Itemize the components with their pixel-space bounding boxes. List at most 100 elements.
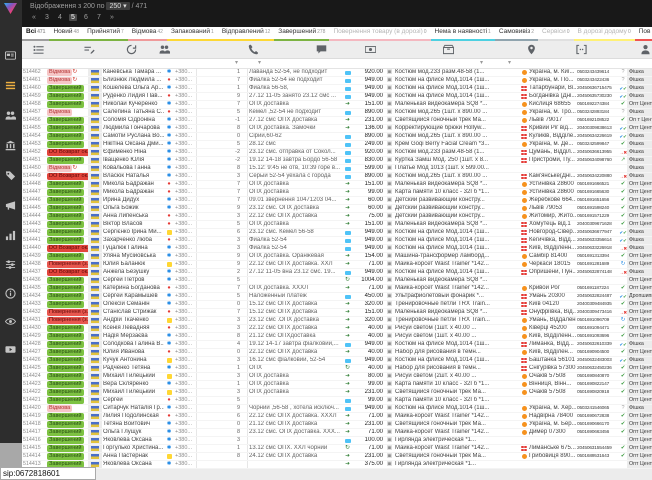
status-tab-12[interactable]: Пов [635,27,652,41]
order-row[interactable]: 514431Повернення (з...Андрій Ткаченко+38… [22,317,652,325]
page-number[interactable]: 4 [56,14,64,21]
client-phone: +380... [174,109,196,116]
status-tab-5[interactable]: Відправлений12 [218,27,274,41]
app-logo[interactable] [3,2,18,20]
order-row[interactable]: 514427ЗавершенийЮлия Иванова●+380...022.… [22,349,652,357]
order-row[interactable]: 514437DO Возврат ок..Анжела Безушку✱+380… [22,269,652,277]
status-tab-6[interactable]: Завершений278 [274,27,329,41]
order-row[interactable]: 514457ВідмоваСалепина Татьяна С...●+380.… [22,109,652,117]
order-row[interactable]: 514419ЗавершенийЛилия Подолинская●+380..… [22,413,652,421]
order-row[interactable]: 514448ЗавершенийМикола Бадражан●+380...7… [22,181,652,189]
order-row[interactable]: 514438Повернення (з...Юлия Баланюк+380..… [22,261,652,269]
order-row[interactable]: 514436ЗавершенийСергей Петров✱+380...5↻1… [22,277,652,285]
id-card-icon[interactable] [5,50,17,62]
status-tab-0[interactable]: Всі471 [22,27,49,41]
order-row[interactable]: 514422ЗавершенийМихаил Гилецький+380...3… [22,389,652,397]
order-row[interactable]: 514462Відмова↻Каневська Тамара ...✱+380.… [22,69,652,77]
tracking-brackets-icon[interactable] [576,44,587,55]
status-tab-2[interactable]: Прийнятий7 [83,27,128,41]
price-tag-icon[interactable] [5,170,17,182]
comment-icon[interactable] [316,44,327,55]
order-row[interactable]: 514445ЗавершенийОльга Божик✱+380...923.1… [22,205,652,213]
order-row[interactable]: 514435ЗавершенийКатерина Богданова●+380.… [22,285,652,293]
order-row[interactable]: 514430ЗавершенийКсенія Левадняя●+380...3… [22,325,652,333]
order-row[interactable]: 514452DO Возврат ок..Єфименко Ніна✱+380.… [22,149,652,157]
organization-icon[interactable] [5,140,17,152]
order-row[interactable]: 514453ЗавершенийНікітіна Оксана Дми...✱+… [22,141,652,149]
orders-id-icon[interactable] [33,44,44,55]
order-row[interactable]: 514461Відмова↻Близнюк Людмила ...●+380..… [22,77,652,85]
order-row[interactable]: 514454ЗавершенийСамотій Руслана Во...✱+3… [22,133,652,141]
order-row[interactable]: 514459ЗавершенийРуденко Лидия Пав...●+38… [22,93,652,101]
order-row[interactable]: 514443ЗавершенийВіктор Власов●+380...5ОП… [22,221,652,229]
settings-sliders-icon[interactable] [5,259,17,271]
address-pin-icon[interactable] [526,44,537,55]
statistics-icon[interactable] [5,230,17,242]
column-filter-dropdown[interactable]: ▾ [508,59,511,69]
order-row[interactable]: 514451ЗавершенийІващенко Юлія✱+380...-21… [22,157,652,165]
order-row[interactable]: 514429ЗавершенийНадія Мерзаєва✱+380...82… [22,333,652,341]
column-filter-dropdown[interactable]: ▾ [480,59,483,69]
order-row[interactable]: 514439ЗавершенийУляна Мусійовська✱+380..… [22,253,652,261]
order-row[interactable]: 514423ЗавершенийВера Скляренко✱+380...1О… [22,381,652,389]
order-row[interactable]: 514441ЗавершенийЗахарченко Люба●+380...3… [22,237,652,245]
page-number[interactable]: 7 [95,14,103,21]
column-filter-dropdown[interactable]: ▾ [235,59,238,69]
payment-icon[interactable] [365,44,376,55]
order-row[interactable]: 514460ЗавершенийКошелева Ольга Ар...✱+38… [22,85,652,93]
order-row[interactable]: 514421ЗавершенийСергей●+380...599.00▣Кар… [22,397,652,405]
sip-status[interactable]: sip:0672818601 [0,467,96,480]
order-row[interactable]: 514446ЗавершенийИрина Дидух✱+380...709.0… [22,197,652,205]
order-row[interactable]: 514440DO Возврат ок..Гуцалюк Галина✱+380… [22,245,652,253]
order-row[interactable]: 514450Відмова↻Ковальова Ганна✱+380...815… [22,165,652,173]
order-row[interactable]: 514424ЗавершенийМихаил Гилецький+380...3… [22,373,652,381]
column-filter-dropdown[interactable]: ▾ [258,59,261,69]
status-tab-9[interactable]: Самовивіз2 [495,27,538,41]
refresh-icon[interactable] [126,44,137,55]
announcement-icon[interactable] [5,200,17,212]
order-row[interactable]: 514413ЗавершенийЯковлева Оксана✱+380...➔… [22,461,652,469]
status-tab-10[interactable]: Сервіси0 [538,27,573,41]
watch-icon[interactable] [5,316,17,328]
orders-list-icon[interactable] [5,80,17,92]
product-box-icon[interactable] [443,44,454,55]
order-row[interactable]: 514455ЗавершенийЛюдмила Гончарова✱+380..… [22,125,652,133]
status-tab-3[interactable]: Відмова42 [128,27,167,41]
order-row[interactable]: 514425ЗавершенийРадченко Тетяна✱+380...1… [22,365,652,373]
manager-icon[interactable] [640,44,651,55]
status-tab-11[interactable]: В дорозі додому0 [574,27,635,41]
order-row[interactable]: 514416ЗавершенийЯковлева Оксана✱+380...3… [22,437,652,445]
order-row[interactable]: 514434ЗавершенийСергей Карамышев✱+380...… [22,293,652,301]
order-row[interactable]: 514432Повернення (з...Станіслав Стрижак●… [22,309,652,317]
page-number[interactable]: 3 [43,14,51,21]
order-row[interactable]: 514456ЗавершенийСоломія Сідроніна✱+380..… [22,117,652,125]
order-row[interactable]: 514444ЗавершенийАнна Липенська●+380...32… [22,213,652,221]
order-row[interactable]: 514447ЗавершенийМикола Бадражан●+380...7… [22,189,652,197]
page-size-select[interactable]: 250 ▾ [106,2,129,10]
order-row[interactable]: 514426ЗавершенийКучук Антонина+380...316… [22,357,652,365]
status-tab-4[interactable]: Запакований1 [167,27,218,41]
order-row[interactable]: 514428ЗавершенийСолодкова Галина В...✱+3… [22,341,652,349]
page-number[interactable]: 5 [69,14,77,21]
order-row[interactable]: 514417ЗавершенийОльга Глущук✱+380...823.… [22,429,652,437]
page-number[interactable]: 6 [82,14,90,21]
status-edit-icon[interactable] [84,44,95,55]
page-prev[interactable]: « [30,14,38,21]
page-next[interactable]: » [108,14,116,21]
order-row[interactable]: 514420ВідмоваСитарчук Наталія Гр...✱+380… [22,405,652,413]
phone-icon[interactable] [248,44,259,55]
status-tab-8[interactable]: Нема в наявності1 [431,27,495,41]
info-icon[interactable] [5,288,17,300]
status-tab-7[interactable]: Повернення товару (в дорозі)0 [329,27,430,41]
order-row[interactable]: 514433ЗавершенийОлексій Семанін✱+380...0… [22,301,652,309]
status-tab-1[interactable]: Новий48 [49,27,83,41]
order-row[interactable]: 514449DO Возврат ок..Власюк Наталья✱+380… [22,173,652,181]
order-row[interactable]: 514414ЗавершенийАнна Пастернак+380...824… [22,453,652,461]
order-row[interactable]: 514458ЗавершенийНиколай Кучеренко✱+380..… [22,101,652,109]
video-icon[interactable] [5,344,17,356]
clients-icon[interactable] [5,110,17,122]
order-row[interactable]: 514418ЗавершенийТетяна Войтович✱+380...0… [22,421,652,429]
clients-icon[interactable] [159,44,170,55]
order-row[interactable]: 514442ЗавершенийСергієнко Ірина Ми...+38… [22,229,652,237]
order-row[interactable]: 514415ЗавершенийГоргулько Христина...✱+3… [22,445,652,453]
